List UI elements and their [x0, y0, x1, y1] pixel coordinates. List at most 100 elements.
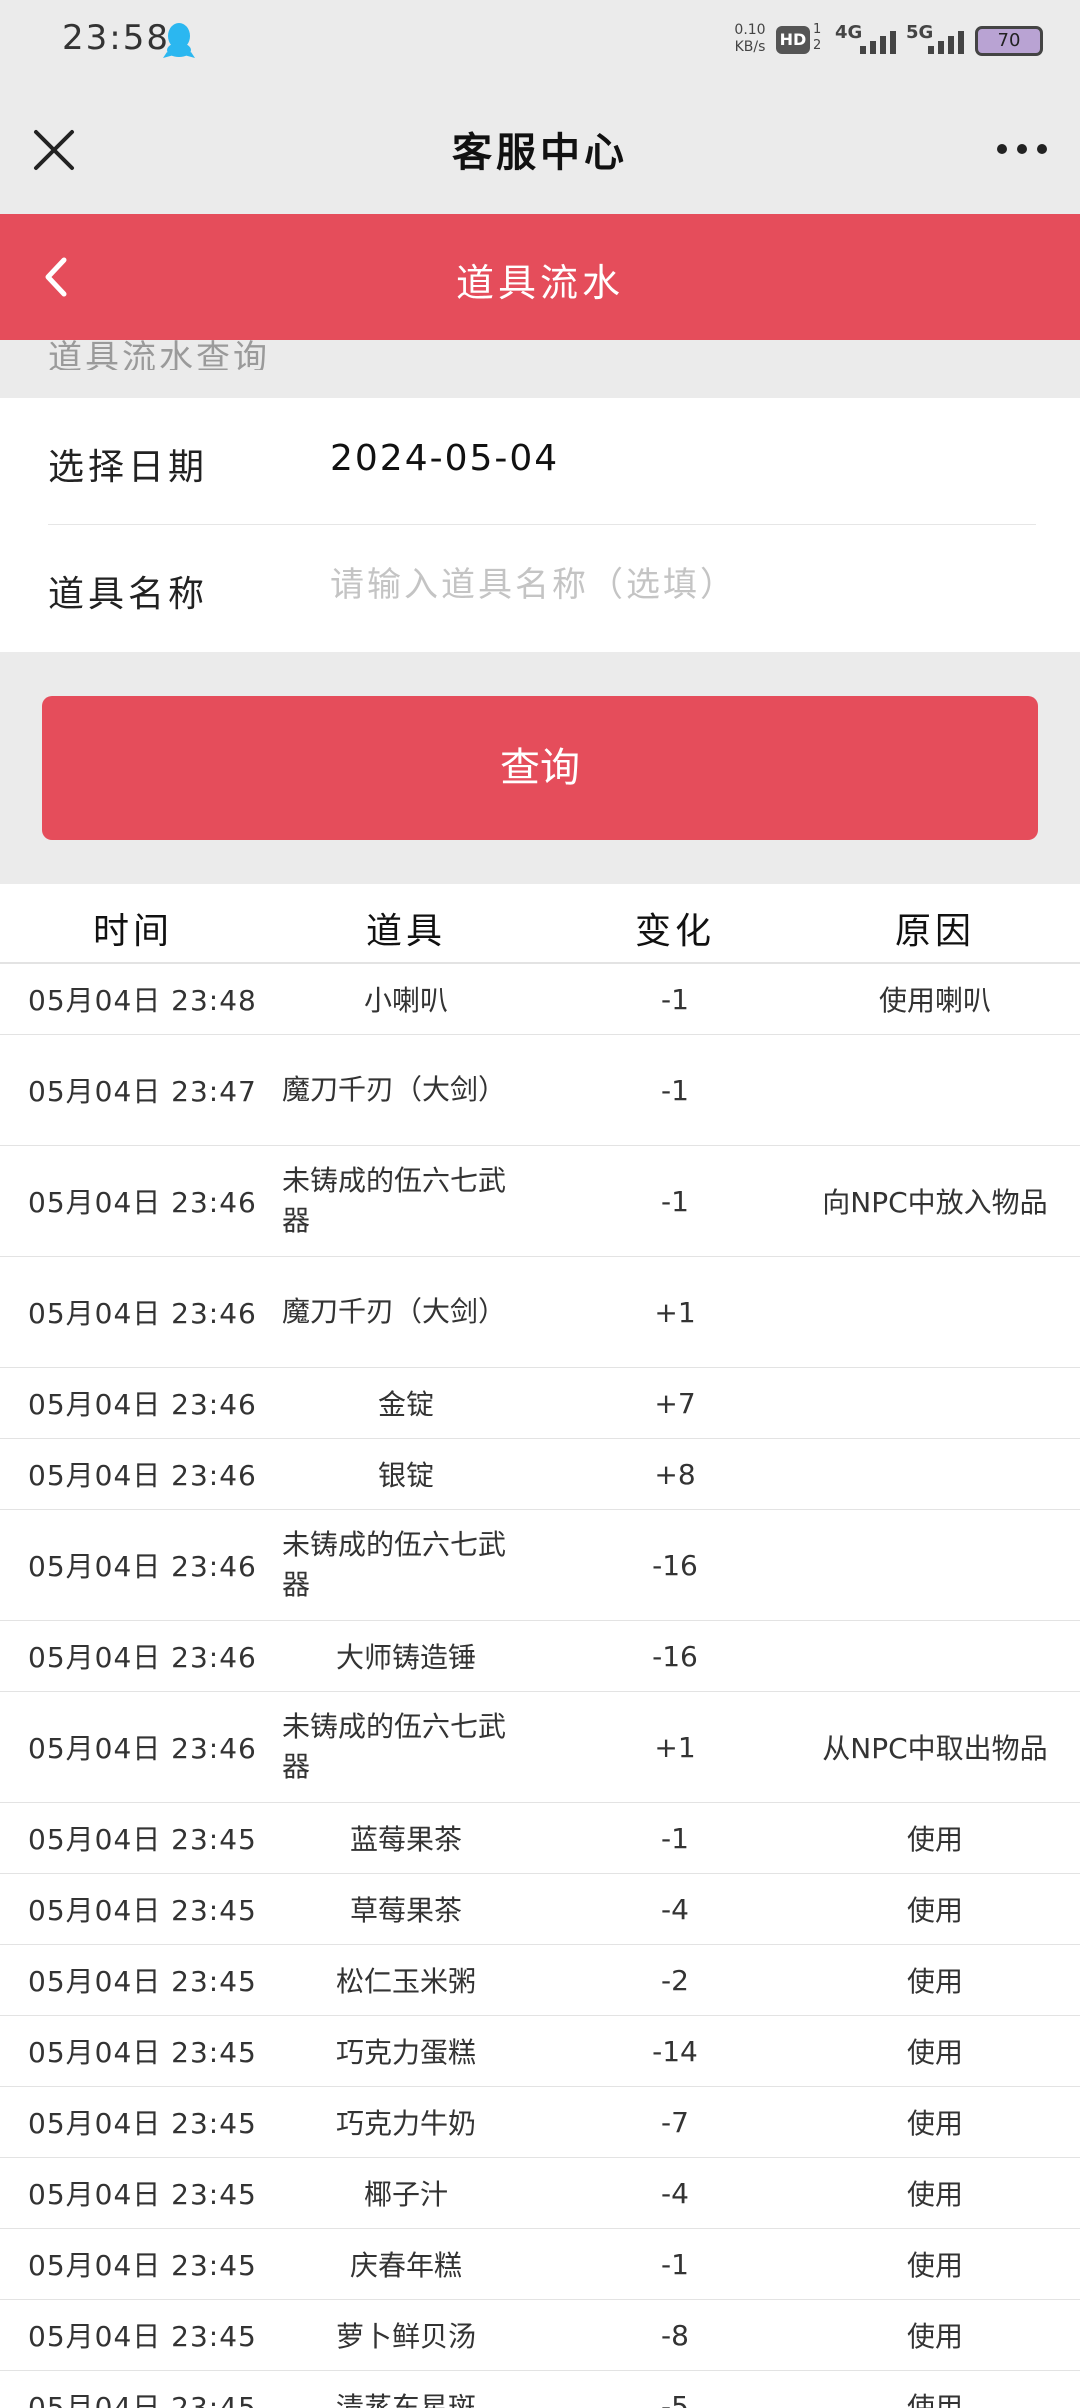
cell-item: 椰子汁: [363, 2178, 448, 2211]
cell-change: +7: [654, 1386, 696, 1420]
table-row: 05月04日 23:45 草莓果茶 -4 使用: [0, 1874, 1080, 1945]
cell-time: 05月04日 23:45: [28, 2178, 257, 2211]
cell-reason: 使用: [906, 2036, 963, 2069]
cell-time: 05月04日 23:46: [28, 1459, 257, 1492]
cell-change: -4: [661, 1892, 689, 1926]
cell-reason: 使用: [906, 2178, 963, 2211]
cell-change: +8: [654, 1457, 696, 1491]
date-picker[interactable]: 2024-05-04: [330, 438, 559, 479]
cell-item: 巧克力牛奶: [335, 2107, 476, 2140]
cell-reason: 使用: [906, 2249, 963, 2282]
date-row[interactable]: 选择日期 2024-05-04: [0, 398, 1080, 524]
cell-time: 05月04日 23:46: [28, 1550, 257, 1583]
sim-indicator: 1 2: [813, 22, 822, 53]
cell-item: 萝卜鲜贝汤: [335, 2320, 476, 2353]
cell-item: 蓝莓果茶: [349, 1823, 462, 1856]
cell-change: -7: [661, 2105, 689, 2139]
header-reason: 原因: [894, 911, 975, 952]
cell-change: -16: [652, 1639, 698, 1673]
cell-reason: [800, 1439, 1070, 1509]
cell-time: 05月04日 23:48: [28, 984, 257, 1017]
cell-reason: 使用喇叭: [878, 984, 991, 1017]
cell-item: 巧克力蛋糕: [335, 2036, 476, 2069]
hd-badge: HD: [776, 26, 810, 54]
date-label: 选择日期: [48, 447, 209, 488]
cell-item: 小喇叭: [363, 984, 448, 1017]
cell-reason: [800, 1368, 1070, 1438]
section-label: 道具流水查询: [48, 338, 270, 370]
cell-item: 未铸成的伍六七武器: [282, 1164, 507, 1237]
cell-reason: 向NPC中放入物品: [822, 1186, 1048, 1219]
cell-change: +1: [654, 1730, 696, 1764]
table-header: 时间 道具 变化 原因: [0, 884, 1080, 964]
cell-change: -1: [661, 2247, 689, 2281]
cell-time: 05月04日 23:45: [28, 1894, 257, 1927]
net-speed: 0.10 KB/s: [730, 22, 770, 56]
cell-time: 05月04日 23:45: [28, 1965, 257, 1998]
cell-time: 05月04日 23:46: [28, 1186, 257, 1219]
title-bar: 客服中心: [0, 82, 1080, 214]
cell-item: 松仁玉米粥: [335, 1965, 476, 1998]
net-speed-value: 0.10: [734, 22, 766, 38]
qq-notification-icon: [163, 23, 195, 58]
cell-reason: 从NPC中取出物品: [822, 1732, 1048, 1765]
cell-reason: 使用: [906, 2320, 963, 2353]
sub-header-title: 道具流水: [455, 261, 624, 305]
table-row: 05月04日 23:45 蓝莓果茶 -1 使用: [0, 1803, 1080, 1874]
cell-change: +1: [654, 1295, 696, 1329]
header-item: 道具: [365, 911, 446, 952]
table-row: 05月04日 23:45 庆春年糕 -1 使用: [0, 2229, 1080, 2300]
cell-change: -1: [661, 1184, 689, 1218]
cell-time: 05月04日 23:47: [28, 1075, 257, 1108]
table-row: 05月04日 23:47 魔刀千刃（大剑） -1: [0, 1035, 1080, 1146]
cell-change: -2: [661, 1963, 689, 1997]
item-name-input[interactable]: [330, 555, 1030, 615]
table-row: 05月04日 23:45 巧克力蛋糕 -14 使用: [0, 2016, 1080, 2087]
sub-header: 道具流水: [0, 214, 1080, 340]
table-row: 05月04日 23:46 未铸成的伍六七武器 -16: [0, 1510, 1080, 1621]
cell-item: 清蒸东星斑: [335, 2391, 476, 2408]
status-right-group: 0.10 KB/s HD 1 2 4G 5G 70: [730, 18, 1050, 64]
cell-change: -1: [661, 982, 689, 1016]
query-form: 选择日期 2024-05-04 道具名称: [0, 398, 1080, 652]
cell-time: 05月04日 23:46: [28, 1732, 257, 1765]
cell-change: -1: [661, 1821, 689, 1855]
table-row: 05月04日 23:46 未铸成的伍六七武器 +1 从NPC中取出物品: [0, 1692, 1080, 1803]
table-row: 05月04日 23:45 椰子汁 -4 使用: [0, 2158, 1080, 2229]
cell-change: -14: [652, 2034, 698, 2068]
header-change: 变化: [634, 911, 715, 952]
cell-item: 魔刀千刃（大剑）: [282, 1295, 507, 1328]
signal-icon: [928, 31, 964, 54]
table-row: 05月04日 23:48 小喇叭 -1 使用喇叭: [0, 964, 1080, 1035]
more-options-icon[interactable]: [994, 134, 1050, 164]
cell-change: -4: [661, 2176, 689, 2210]
query-button[interactable]: 查询: [42, 696, 1038, 840]
cell-item: 未铸成的伍六七武器: [282, 1528, 507, 1601]
page: 23:58 0.10 KB/s HD 1 2 4G 5G 70 客服中心 道具流…: [0, 0, 1080, 2408]
cell-item: 大师铸造锤: [335, 1641, 476, 1674]
table-row: 05月04日 23:45 巧克力牛奶 -7 使用: [0, 2087, 1080, 2158]
cell-reason: [800, 1035, 1070, 1145]
cell-item: 魔刀千刃（大剑）: [282, 1073, 507, 1106]
cell-item: 庆春年糕: [349, 2249, 462, 2282]
table-row: 05月04日 23:45 松仁玉米粥 -2 使用: [0, 1945, 1080, 2016]
cell-reason: [800, 1510, 1070, 1620]
cell-item: 未铸成的伍六七武器: [282, 1710, 507, 1783]
item-name-label: 道具名称: [48, 574, 209, 615]
cell-change: -5: [661, 2389, 689, 2408]
table-row: 05月04日 23:46 魔刀千刃（大剑） +1: [0, 1257, 1080, 1368]
cell-time: 05月04日 23:46: [28, 1388, 257, 1421]
cell-time: 05月04日 23:45: [28, 2320, 257, 2353]
cell-item: 银锭: [377, 1459, 434, 1492]
cell-time: 05月04日 23:45: [28, 1823, 257, 1856]
cell-reason: 使用: [906, 2107, 963, 2140]
cell-time: 05月04日 23:46: [28, 1641, 257, 1674]
cell-item: 草莓果茶: [349, 1894, 462, 1927]
cell-time: 05月04日 23:45: [28, 2249, 257, 2282]
cell-time: 05月04日 23:45: [28, 2107, 257, 2140]
cell-reason: 使用: [906, 1965, 963, 1998]
table-row: 05月04日 23:46 金锭 +7: [0, 1368, 1080, 1439]
cell-change: -8: [661, 2318, 689, 2352]
cell-reason: 使用: [906, 2391, 963, 2408]
table-row: 05月04日 23:46 未铸成的伍六七武器 -1 向NPC中放入物品: [0, 1146, 1080, 1257]
